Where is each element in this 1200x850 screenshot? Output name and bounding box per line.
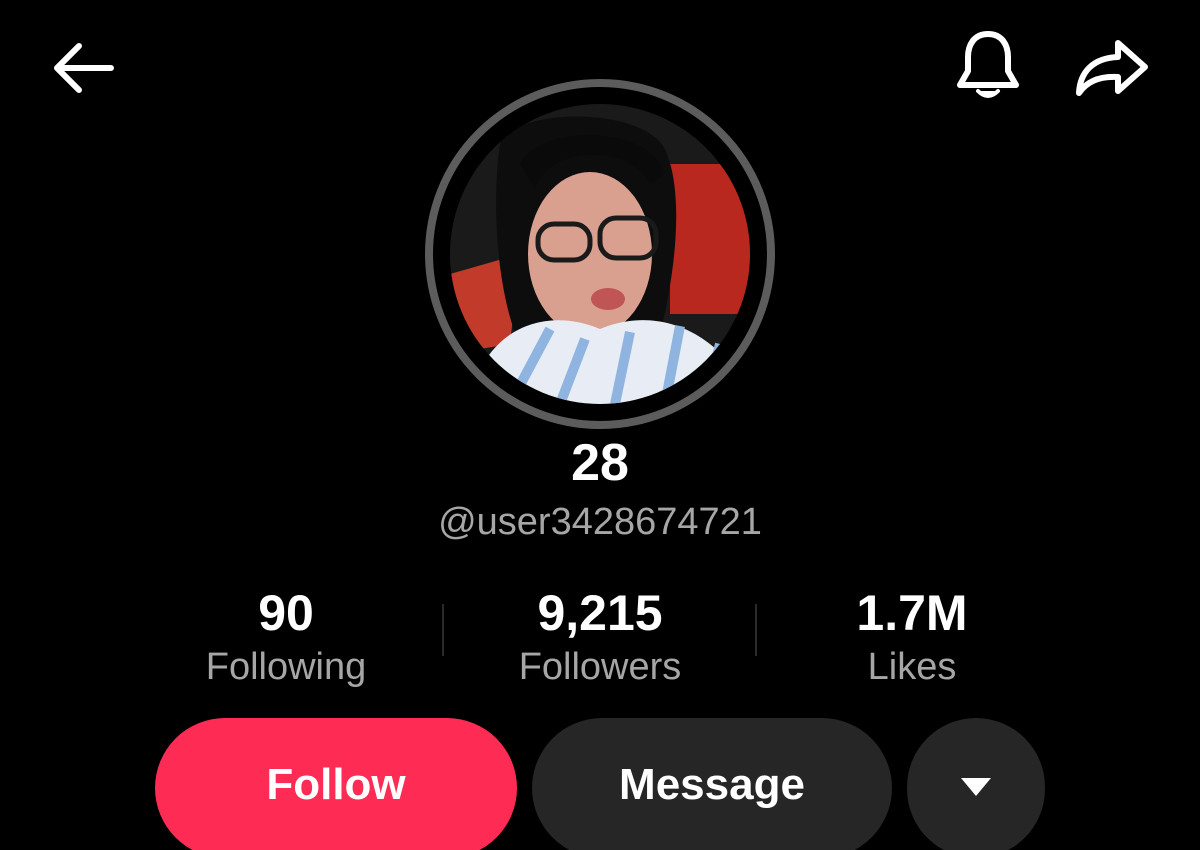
followers-stat[interactable]: 9,215 Followers bbox=[450, 583, 750, 691]
display-name: 28 bbox=[571, 434, 629, 492]
followers-label: Followers bbox=[518, 646, 682, 688]
username: @user3428674721 bbox=[438, 501, 762, 543]
likes-label: Likes bbox=[867, 646, 957, 688]
stat-divider bbox=[755, 604, 757, 656]
caret-down-icon bbox=[961, 778, 991, 796]
avatar-ring[interactable] bbox=[425, 79, 775, 429]
followers-count: 9,215 bbox=[537, 585, 663, 641]
notification-bell-button[interactable] bbox=[946, 26, 1030, 106]
avatar bbox=[450, 104, 750, 404]
arrow-left-icon bbox=[54, 43, 114, 93]
profile-screen: 28 @user3428674721 90 Following 9,215 Fo… bbox=[0, 0, 1200, 850]
message-button[interactable]: Message bbox=[532, 718, 892, 850]
avatar-photo bbox=[450, 104, 750, 404]
following-count: 90 bbox=[258, 585, 314, 641]
share-button[interactable] bbox=[1066, 30, 1158, 106]
likes-stat[interactable]: 1.7M Likes bbox=[762, 583, 1062, 691]
following-stat[interactable]: 90 Following bbox=[136, 583, 436, 691]
share-arrow-icon bbox=[1076, 40, 1148, 96]
follow-button[interactable]: Follow bbox=[155, 718, 517, 850]
following-label: Following bbox=[205, 646, 367, 688]
more-options-button[interactable] bbox=[907, 718, 1045, 850]
bell-icon bbox=[957, 31, 1019, 98]
likes-count: 1.7M bbox=[856, 585, 968, 641]
stat-divider bbox=[442, 604, 444, 656]
back-button[interactable] bbox=[40, 30, 124, 106]
